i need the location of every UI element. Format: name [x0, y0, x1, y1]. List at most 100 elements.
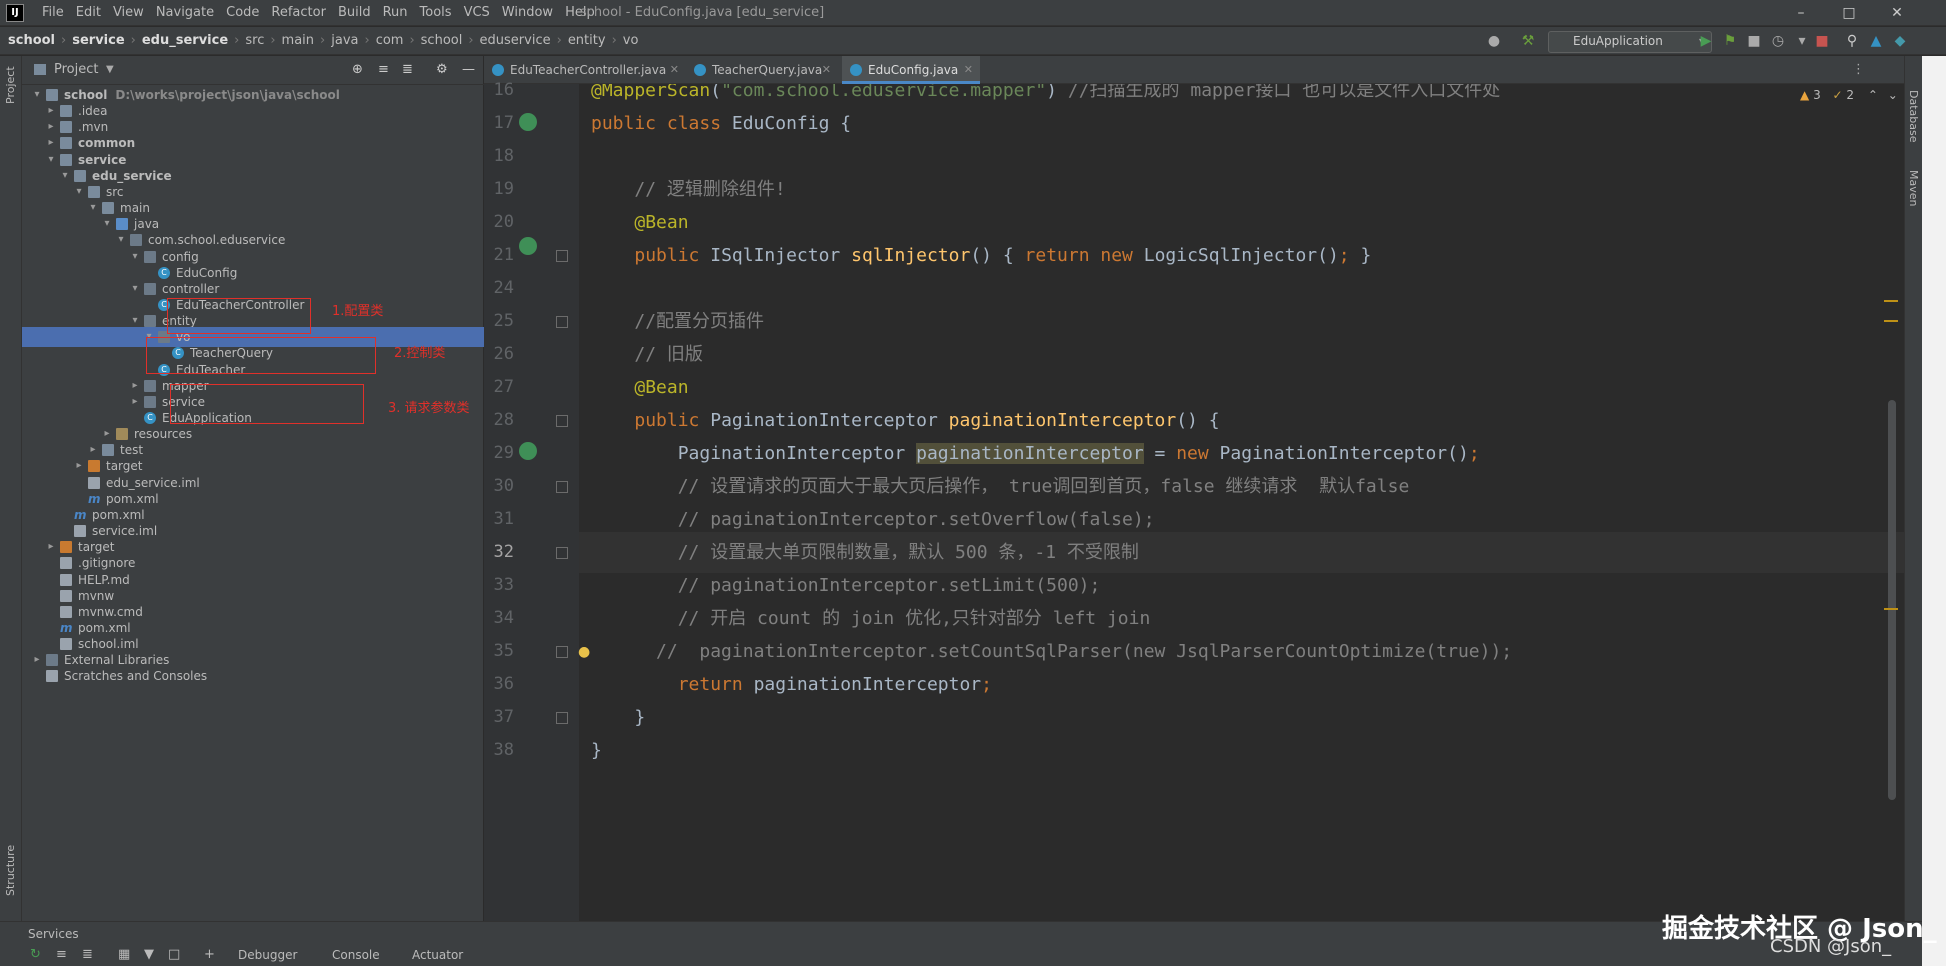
line-number: 38 — [493, 740, 514, 760]
user-icon[interactable]: ● — [1486, 33, 1502, 49]
update-icon[interactable]: ▲ — [1868, 33, 1884, 49]
tab-list-icon[interactable]: ⋮ — [1852, 56, 1865, 84]
rerun-icon[interactable]: ↻ — [30, 947, 41, 962]
inspection-widget[interactable]: ▲ 3 ✓ 2 ⌃ ⌄ — [1800, 88, 1898, 102]
tree-item-text: school.iml — [78, 637, 139, 652]
stop-icon[interactable]: ■ — [1814, 33, 1830, 49]
breadcrumb-item[interactable]: java — [331, 27, 358, 55]
editor-scrollbar[interactable] — [1888, 400, 1896, 800]
console-tab[interactable]: Console — [318, 945, 380, 966]
filter-icon[interactable]: ▼ — [144, 947, 154, 962]
breadcrumb-item[interactable]: vo — [623, 27, 639, 55]
build-hammer-icon[interactable]: ⚒ — [1520, 33, 1536, 49]
package-icon — [144, 379, 156, 392]
code-line[interactable]: } — [579, 730, 1904, 771]
plugin-icon[interactable]: ◆ — [1892, 33, 1908, 49]
package-icon — [144, 315, 156, 328]
add-icon[interactable]: + — [204, 947, 215, 962]
group-icon[interactable]: ▦ — [118, 947, 130, 962]
locate-icon[interactable]: ⊕ — [352, 56, 363, 84]
collapse-all-icon[interactable]: ≣ — [82, 947, 93, 962]
console-tab-label: Console — [332, 948, 380, 962]
tab-edu-config[interactable]: EduConfig.java ✕ — [842, 56, 980, 84]
close-tab-icon[interactable]: ✕ — [964, 56, 973, 84]
breadcrumb-item[interactable]: src — [245, 27, 264, 55]
folder-icon — [102, 444, 114, 457]
code-area[interactable]: @MapperScan("com.school.eduservice.mappe… — [579, 84, 1904, 921]
menu-refactor[interactable]: Refactor — [265, 0, 332, 26]
fold-marker-icon[interactable] — [556, 481, 568, 493]
tree-item-text: edu_service — [92, 168, 172, 183]
menu-tools[interactable]: Tools — [414, 0, 458, 26]
menu-view[interactable]: View — [107, 0, 150, 26]
profile-icon[interactable]: ◷ — [1770, 33, 1786, 49]
expand-all-icon[interactable]: ≡ — [378, 56, 389, 84]
close-tab-icon[interactable]: ✕ — [822, 56, 831, 84]
breadcrumb-item[interactable]: edu_service — [142, 27, 228, 55]
maven-tool-button[interactable]: Maven — [1907, 170, 1920, 206]
fold-marker-icon[interactable] — [556, 646, 568, 658]
tab-label: TeacherQuery.java — [712, 63, 823, 77]
menu-build[interactable]: Build — [332, 0, 377, 26]
new-tab-icon[interactable]: □ — [168, 947, 180, 962]
breadcrumb-item[interactable]: main — [282, 27, 314, 55]
debugger-tab[interactable]: Debugger — [238, 945, 297, 966]
fold-marker-icon[interactable] — [556, 316, 568, 328]
intellij-logo-icon: IJ — [6, 4, 24, 22]
services-toolbar: ↻ ≡ ≣ ▦ ▼ □ + Debugger Console Actuator — [0, 945, 1922, 966]
search-icon[interactable]: ⚲ — [1844, 33, 1860, 49]
gear-icon[interactable]: ⚙ — [436, 56, 448, 84]
expand-all-icon[interactable]: ≡ — [56, 947, 67, 962]
menu-code[interactable]: Code — [220, 0, 265, 26]
menu-navigate[interactable]: Navigate — [150, 0, 220, 26]
spring-bean-gutter-icon[interactable] — [519, 237, 537, 255]
coverage-icon[interactable]: ■ — [1746, 33, 1762, 49]
actuator-tab[interactable]: Actuator — [398, 945, 463, 966]
chevron-up-icon[interactable]: ⌃ — [1868, 88, 1878, 102]
fold-marker-icon[interactable] — [556, 712, 568, 724]
fold-marker-icon[interactable] — [556, 547, 568, 559]
fold-marker-icon[interactable] — [556, 415, 568, 427]
run-icon[interactable]: ▶ — [1698, 33, 1714, 49]
menu-file[interactable]: File — [36, 0, 70, 26]
breadcrumb-item[interactable]: service — [72, 27, 124, 55]
menu-vcs[interactable]: VCS — [458, 0, 496, 26]
maximize-button[interactable]: □ — [1826, 0, 1872, 26]
window-title: school - EduConfig.java [edu_service] — [580, 5, 825, 20]
tree-item-text: EduConfig — [176, 265, 238, 280]
lightbulb-icon[interactable]: ● — [578, 644, 590, 660]
tree-item-text: school — [64, 88, 108, 102]
breadcrumb-item[interactable]: eduservice — [480, 27, 551, 55]
collapse-all-icon[interactable]: ≣ — [402, 56, 413, 84]
close-button[interactable]: ✕ — [1874, 0, 1920, 26]
hide-panel-icon[interactable]: — — [462, 56, 475, 84]
run-configuration-select[interactable]: EduApplication ▾ — [1548, 31, 1712, 53]
project-tool-button[interactable]: Project — [4, 66, 17, 104]
spring-bean-gutter-icon[interactable] — [519, 442, 537, 460]
tree-item-text: mvnw.cmd — [78, 604, 143, 619]
breadcrumb-item[interactable]: com — [376, 27, 404, 55]
minimize-button[interactable]: – — [1778, 0, 1824, 26]
database-tool-button[interactable]: Database — [1907, 90, 1920, 143]
breadcrumb-item[interactable]: school — [8, 27, 55, 55]
chevron-down-icon[interactable]: ▼ — [106, 56, 114, 84]
project-view-select[interactable]: Project — [54, 56, 98, 84]
spring-config-gutter-icon[interactable] — [519, 113, 537, 131]
navigation-bar: school › service › edu_service › src › main › java… — [0, 27, 1946, 55]
more-run-icon[interactable]: ▾ — [1794, 33, 1810, 49]
chevron-down-icon[interactable]: ⌄ — [1888, 88, 1898, 102]
structure-tool-button[interactable]: Structure — [4, 845, 17, 896]
breadcrumb-item[interactable]: entity — [568, 27, 606, 55]
breadcrumb-item[interactable]: school — [421, 27, 463, 55]
menu-window[interactable]: Window — [496, 0, 559, 26]
tab-teacher-query[interactable]: TeacherQuery.java ✕ — [686, 56, 838, 84]
close-tab-icon[interactable]: ✕ — [670, 56, 679, 84]
tree-item-text: controller — [162, 281, 220, 296]
fold-marker-icon[interactable] — [556, 250, 568, 262]
debug-icon[interactable]: ⚑ — [1722, 33, 1738, 49]
tree-item[interactable]: Scratches and Consoles — [22, 666, 484, 686]
annotation-vo-label: 3. 请求参数类 — [388, 401, 470, 416]
tab-edu-teacher-controller[interactable]: EduTeacherController.java ✕ — [484, 56, 686, 84]
menu-edit[interactable]: Edit — [70, 0, 107, 26]
menu-run[interactable]: Run — [377, 0, 414, 26]
